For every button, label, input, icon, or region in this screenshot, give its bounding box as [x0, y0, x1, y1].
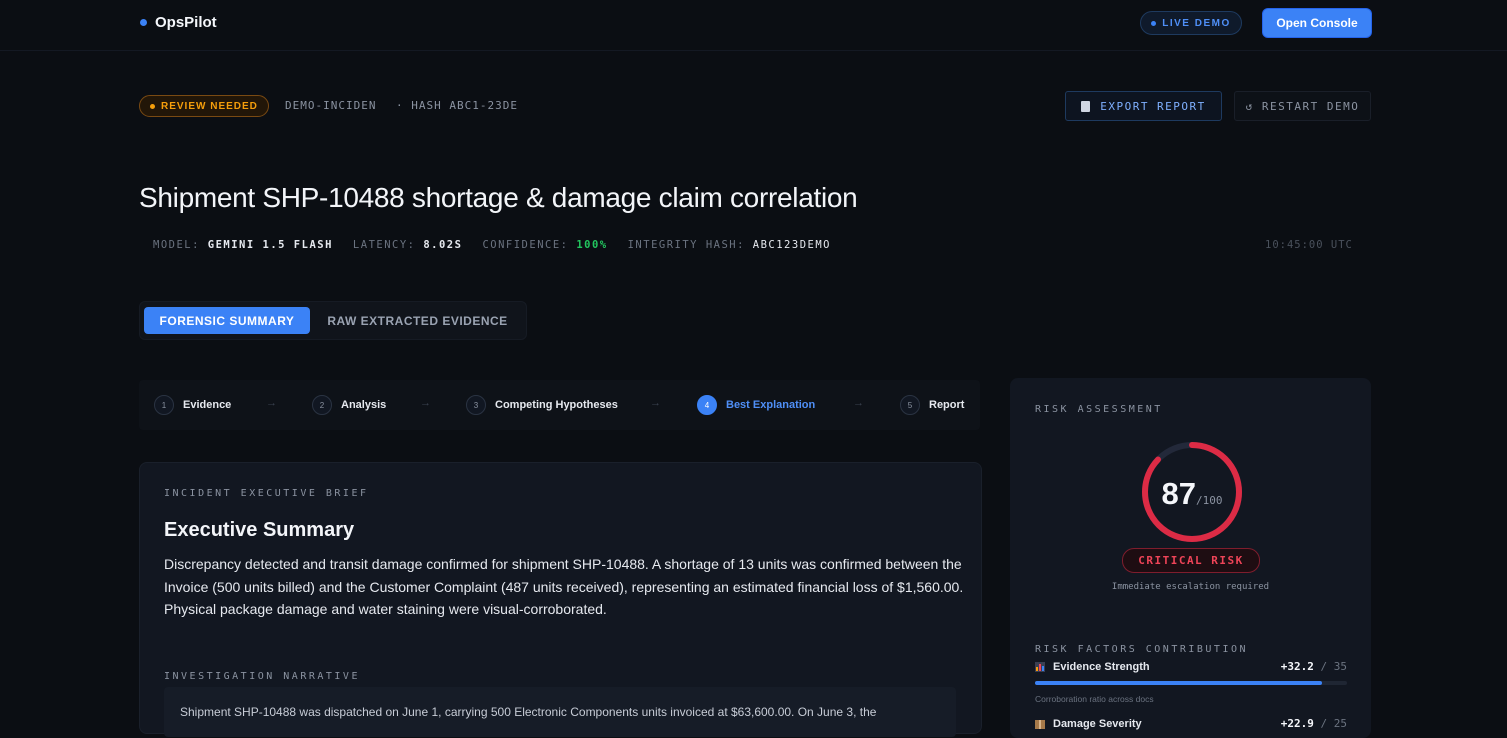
- brand-name: OpsPilot: [155, 14, 217, 31]
- model-meta-row: MODEL: GEMINI 1.5 FLASH LATENCY: 8.02S C…: [153, 239, 831, 251]
- view-tabs: FORENSIC SUMMARY RAW EXTRACTED EVIDENCE: [139, 301, 527, 340]
- risk-level-subtext: Immediate escalation required: [1111, 582, 1270, 592]
- page-title: Shipment SHP-10488 shortage & damage cla…: [139, 182, 858, 213]
- live-demo-badge: LIVE DEMO: [1140, 11, 1242, 35]
- factor-score: +22.9 / 25: [1280, 717, 1347, 730]
- restart-demo-button[interactable]: ↺ RESTART DEMO: [1234, 91, 1371, 121]
- step-label: Analysis: [341, 399, 387, 411]
- integrity-hash-meta: INTEGRITY HASH: ABC123DEMO: [627, 239, 831, 251]
- arrow-right-icon: →: [420, 397, 431, 409]
- step-analysis[interactable]: 2 Analysis: [312, 395, 386, 415]
- timestamp: 10:45:00 UTC: [1265, 239, 1353, 251]
- confidence-meta: CONFIDENCE: 100%: [482, 239, 608, 251]
- summary-title: Executive Summary: [164, 519, 355, 541]
- step-number: 5: [900, 395, 920, 415]
- tab-forensic-summary[interactable]: FORENSIC SUMMARY: [144, 307, 310, 334]
- risk-score-value: 87: [1161, 476, 1196, 511]
- incident-id: DEMO-INCIDEN: [285, 99, 377, 112]
- analysis-stepper: 1 Evidence → 2 Analysis → 3 Competing Hy…: [139, 380, 980, 430]
- tab-raw-extracted-evidence[interactable]: RAW EXTRACTED EVIDENCE: [315, 307, 520, 334]
- factor-subtext: Corroboration ratio across docs: [1035, 694, 1154, 704]
- step-label: Evidence: [183, 399, 232, 411]
- arrow-right-icon: →: [266, 397, 277, 409]
- brief-eyebrow: INCIDENT EXECUTIVE BRIEF: [164, 488, 369, 499]
- export-report-label: EXPORT REPORT: [1100, 99, 1206, 113]
- factor-score: +32.2 / 35: [1280, 660, 1347, 673]
- risk-assessment-panel: RISK ASSESSMENT 87/100 CRITICAL RISK Imm…: [1010, 378, 1371, 738]
- narrative-box: Shipment SHP-10488 was dispatched on Jun…: [164, 687, 956, 737]
- risk-level-badge: CRITICAL RISK: [1122, 548, 1260, 573]
- latency-meta: LATENCY: 8.02S: [352, 239, 463, 251]
- status-badge: REVIEW NEEDED: [139, 95, 269, 117]
- step-label: Report: [929, 399, 965, 411]
- model-meta: MODEL: GEMINI 1.5 FLASH: [153, 239, 333, 251]
- export-report-button[interactable]: EXPORT REPORT: [1065, 91, 1222, 121]
- risk-score: 87/100: [1140, 476, 1244, 512]
- live-demo-label: LIVE DEMO: [1162, 17, 1231, 29]
- live-dot-icon: [1151, 20, 1157, 26]
- top-nav: OpsPilot LIVE DEMO Open Console: [0, 0, 1507, 51]
- step-number: 1: [154, 395, 174, 415]
- step-report[interactable]: 5 Report: [900, 395, 964, 415]
- brand-dot-icon: [140, 19, 147, 26]
- step-label: Competing Hypotheses: [495, 399, 618, 411]
- step-best-explanation[interactable]: 4 Best Explanation: [697, 395, 815, 415]
- package-icon: [1035, 719, 1045, 729]
- narrative-eyebrow: INVESTIGATION NARRATIVE: [164, 671, 360, 682]
- factor-name: Evidence Strength: [1053, 660, 1150, 673]
- status-dot-icon: [150, 103, 155, 109]
- factor-name: Damage Severity: [1053, 717, 1142, 730]
- document-icon: [1081, 100, 1091, 112]
- step-evidence[interactable]: 1 Evidence: [154, 395, 231, 415]
- step-number: 2: [312, 395, 332, 415]
- step-label: Best Explanation: [726, 399, 816, 411]
- bar-chart-icon: [1035, 661, 1045, 672]
- factor-damage-severity: Damage Severity +22.9 / 25: [1035, 717, 1347, 730]
- factor-evidence-strength: Evidence Strength +32.2 / 35 Corroborati…: [1035, 660, 1347, 704]
- summary-text: Discrepancy detected and transit damage …: [164, 556, 964, 617]
- executive-brief-card: INCIDENT EXECUTIVE BRIEF Executive Summa…: [139, 462, 982, 737]
- incident-hash: · HASH ABC1-23DE: [396, 99, 518, 112]
- status-badge-label: REVIEW NEEDED: [161, 100, 258, 112]
- step-number: 4: [697, 395, 717, 415]
- factor-bar-fill: [1035, 681, 1323, 685]
- brand[interactable]: OpsPilot: [140, 14, 217, 31]
- factors-eyebrow: RISK FACTORS CONTRIBUTION: [1035, 644, 1249, 655]
- narrative-text: Shipment SHP-10488 was dispatched on Jun…: [180, 705, 877, 719]
- factor-bar: [1035, 681, 1347, 685]
- open-console-button[interactable]: Open Console: [1263, 9, 1371, 37]
- arrow-right-icon: →: [853, 397, 864, 409]
- arrow-right-icon: →: [650, 397, 661, 409]
- risk-score-max: /100: [1195, 494, 1223, 507]
- step-number: 3: [466, 395, 486, 415]
- step-competing-hypotheses[interactable]: 3 Competing Hypotheses: [466, 395, 618, 415]
- risk-eyebrow: RISK ASSESSMENT: [1035, 404, 1163, 415]
